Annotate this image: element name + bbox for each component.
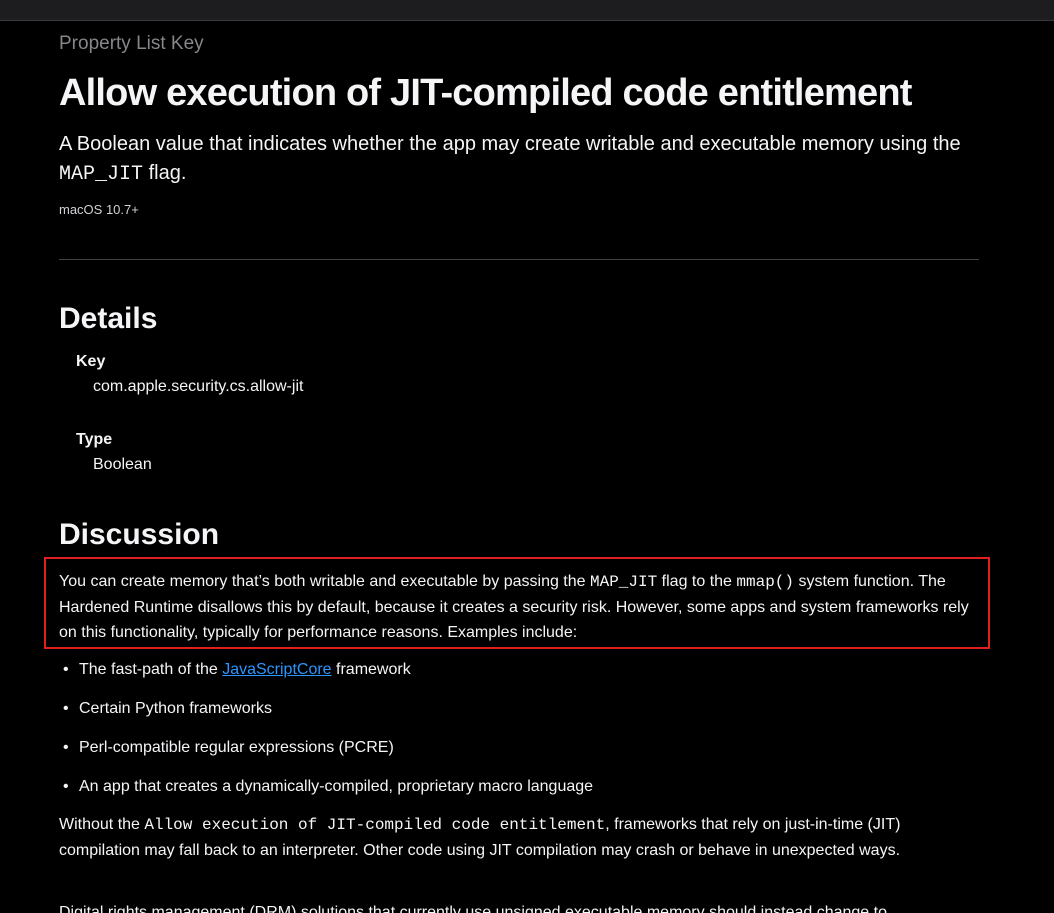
bullet-icon: • bbox=[63, 661, 69, 678]
inline-code: MAP_JIT bbox=[590, 573, 658, 591]
list-item: • Certain Python frameworks bbox=[59, 696, 979, 735]
para-text: You can create memory that’s both writab… bbox=[59, 573, 590, 590]
list-item: • An app that creates a dynamically-compi… bbox=[59, 774, 979, 813]
list-item: • Perl-compatible regular expressions (PC… bbox=[59, 735, 979, 774]
discussion-paragraph: Digital rights management (DRM) solution… bbox=[59, 904, 887, 913]
bullet-icon: • bbox=[63, 778, 69, 795]
bullet-icon: • bbox=[63, 700, 69, 717]
para-text: Without the bbox=[59, 816, 145, 833]
type-value: Boolean bbox=[93, 456, 152, 473]
inline-code: Allow execution of JIT-compiled code ent… bbox=[144, 816, 606, 834]
list-item-text: Perl-compatible regular expressions (PCR… bbox=[79, 739, 394, 756]
bullet-icon: • bbox=[63, 739, 69, 756]
list-item: • The fast-path of the JavaScriptCore fra… bbox=[59, 657, 979, 696]
examples-list: • The fast-path of the JavaScriptCore fra… bbox=[59, 657, 979, 813]
divider bbox=[59, 259, 979, 260]
availability-badge: macOS 10.7+ bbox=[59, 202, 139, 217]
list-item-text: framework bbox=[331, 661, 411, 678]
discussion-paragraph: You can create memory that’s both writab… bbox=[59, 569, 979, 645]
para-text: flag to the bbox=[657, 573, 737, 590]
key-value: com.apple.security.cs.allow-jit bbox=[93, 378, 304, 395]
eyebrow-label: Property List Key bbox=[59, 33, 204, 54]
abstract: A Boolean value that indicates whether t… bbox=[59, 130, 979, 189]
top-nav-bar bbox=[0, 0, 1054, 21]
inline-code: mmap() bbox=[736, 573, 794, 591]
list-item-text: The fast-path of the bbox=[79, 661, 223, 678]
discussion-heading: Discussion bbox=[59, 518, 220, 551]
discussion-paragraph: Without the Allow execution of JIT-compi… bbox=[59, 812, 979, 863]
abstract-text-end: flag. bbox=[143, 162, 187, 184]
details-heading: Details bbox=[59, 302, 158, 335]
page-title: Allow execution of JIT-compiled code ent… bbox=[59, 72, 912, 114]
abstract-code: MAP_JIT bbox=[59, 163, 144, 186]
key-label: Key bbox=[76, 353, 106, 370]
javascriptcore-link[interactable]: JavaScriptCore bbox=[222, 661, 331, 678]
list-item-text: Certain Python frameworks bbox=[79, 700, 272, 717]
abstract-text: A Boolean value that indicates whether t… bbox=[59, 133, 961, 155]
type-label: Type bbox=[76, 431, 113, 448]
list-item-text: An app that creates a dynamically-compil… bbox=[79, 778, 594, 795]
